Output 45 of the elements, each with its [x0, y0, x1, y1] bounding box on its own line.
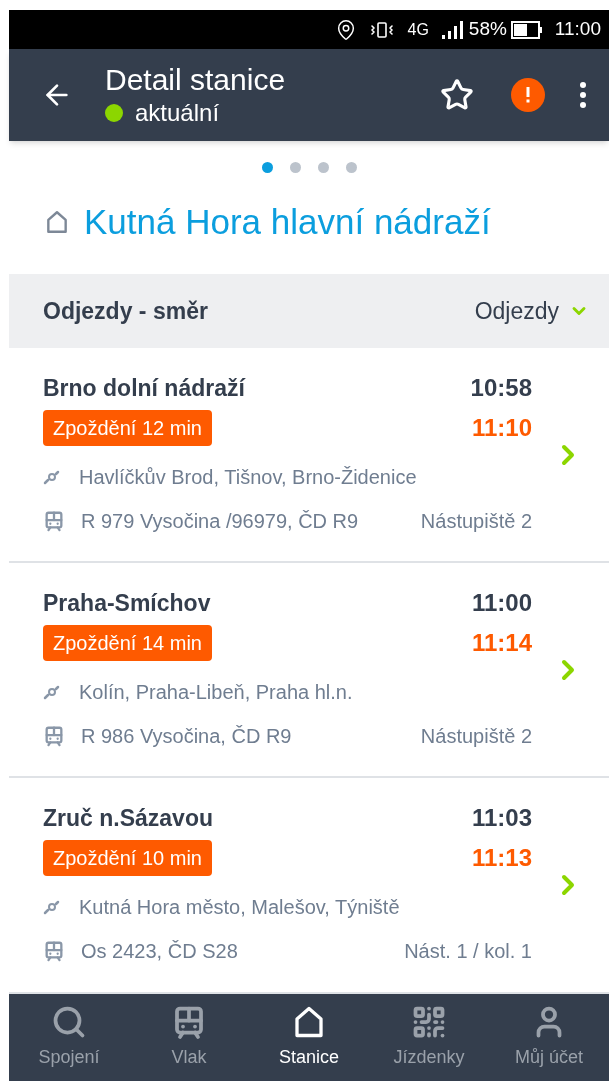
delay-badge: Zpoždění 10 min	[43, 840, 212, 876]
nav-tab[interactable]: Můj účet	[489, 993, 609, 1081]
platform: Nástupiště 2	[420, 508, 532, 534]
scheduled-time: 11:03	[471, 803, 532, 833]
train-name: Os 2423, ČD S28	[81, 939, 239, 964]
network-type: 4G	[407, 19, 429, 40]
battery-icon	[510, 19, 543, 40]
via-stations: Kolín, Praha-Libeň, Praha hl.n.	[79, 679, 353, 705]
more-icon	[580, 81, 586, 108]
via-stations: Kutná Hora město, Malešov, Týniště	[79, 895, 400, 920]
nav-tab[interactable]: Stanice	[249, 993, 369, 1081]
scheduled-time: 11:00	[471, 587, 532, 618]
nav-tab[interactable]: Jízdenky	[369, 993, 489, 1081]
delay-badge: Zpoždění 14 min	[43, 624, 212, 661]
nav-tab[interactable]: Vlak	[129, 993, 249, 1081]
exclamation-icon	[526, 86, 530, 103]
platform: Nást. 1 / kol. 1	[404, 939, 532, 964]
actual-time: 11:13	[471, 843, 532, 873]
actual-time: 11:14	[471, 627, 532, 658]
departure-row[interactable]: Brno dolní nádraží 10:58 Zpoždění 12 min 11:10 Havlíčkův Brod, Tišnov, Brno-Židenice R 979 Vysočina /96979, ČD R9 Nástupiště 2	[9, 348, 609, 564]
battery-percent: 58%	[468, 17, 507, 42]
clock: 11:00	[554, 17, 601, 42]
destination: Brno dolní nádraží	[43, 373, 245, 403]
window-title: Detail stanice	[105, 61, 287, 98]
delay-badge: Zpoždění 12 min	[43, 409, 212, 446]
train-icon	[43, 939, 65, 963]
departure-row[interactable]: Zruč n.Sázavou 11:03 Zpoždění 10 min 11:13 Kutná Hora město, Malešov, Týniště Os 2423, ČD S28 Nást. 1 / kol. 1	[9, 778, 609, 994]
actual-time: 11:10	[471, 412, 532, 443]
train-name: R 986 Vysočina, ČD R9	[81, 723, 293, 749]
scheduled-time: 10:58	[470, 372, 532, 403]
signal-icon	[440, 19, 465, 40]
section-title: Odjezdy - směr	[43, 296, 208, 326]
status-label: aktuální	[135, 97, 220, 128]
star-icon	[440, 77, 474, 112]
departure-row[interactable]: Praha-Smíchov 11:00 Zpoždění 14 min 11:14 Kolín, Praha-Libeň, Praha hl.n. R 986 Vysočina, ČD R9 Nástupiště 2	[9, 563, 609, 779]
platform: Nástupiště 2	[420, 723, 532, 749]
via-stations: Havlíčkův Brod, Tišnov, Brno-Židenice	[79, 464, 417, 490]
destination: Zruč n.Sázavou	[43, 803, 213, 833]
nav-tab[interactable]: Spojení	[9, 993, 129, 1081]
destination: Praha-Smíchov	[43, 588, 211, 618]
route-icon	[43, 898, 61, 916]
direction-dropdown[interactable]: Odjezdy	[474, 293, 589, 329]
alert-button[interactable]	[511, 77, 545, 112]
train-name: R 979 Vysočina /96979, ČD R9	[81, 508, 360, 534]
station-name: Kutná Hora hlavní nádraží	[84, 200, 491, 243]
